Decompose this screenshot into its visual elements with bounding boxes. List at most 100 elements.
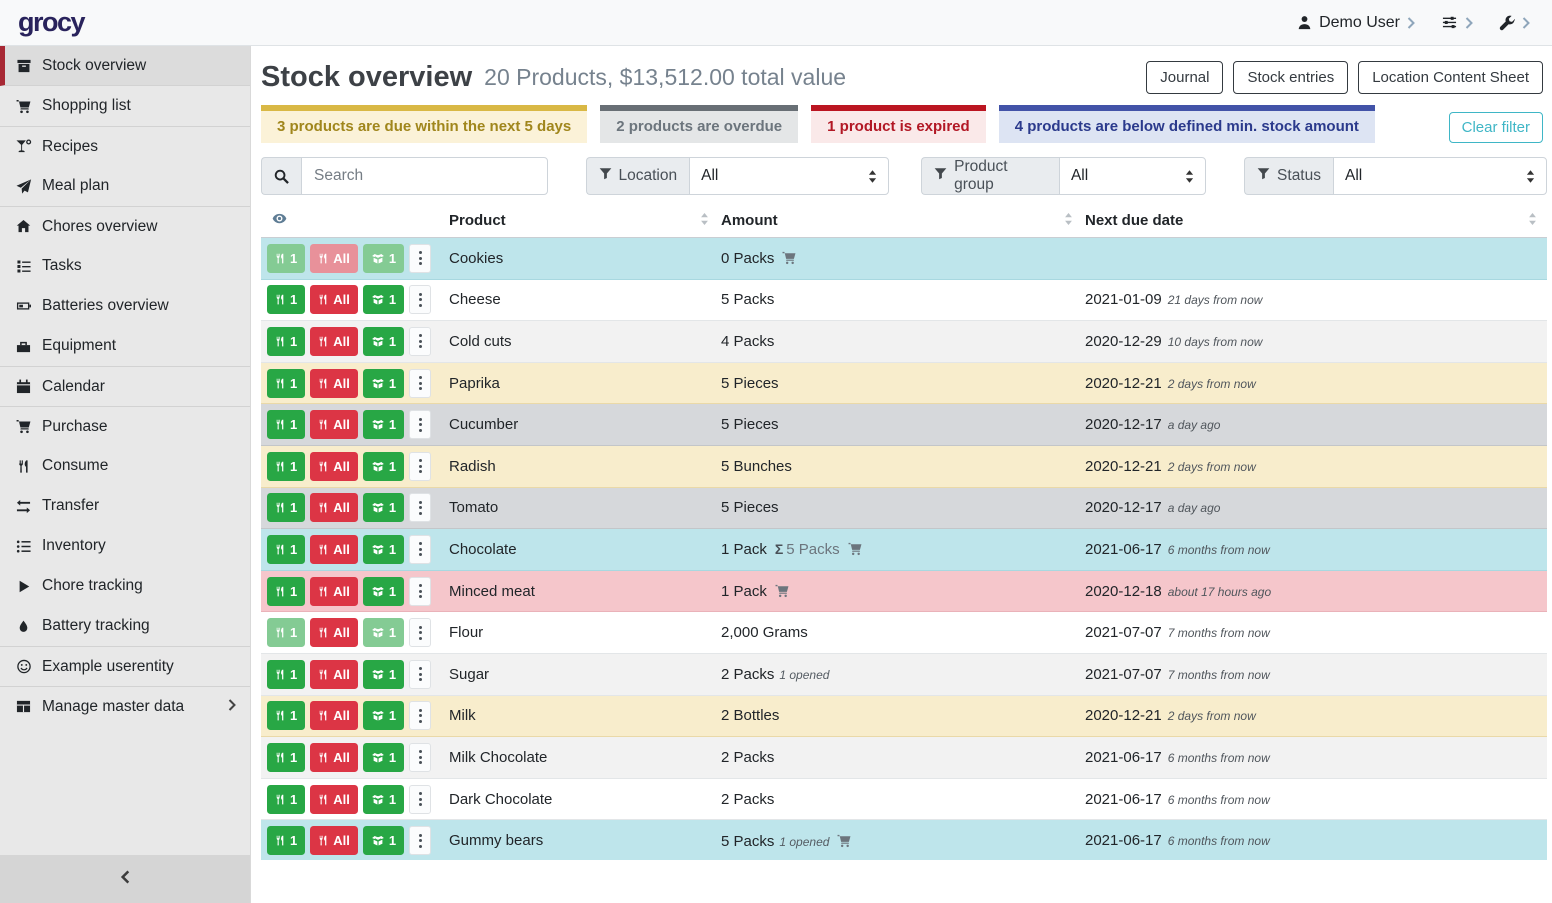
row-menu-button[interactable] <box>409 701 431 730</box>
column-header-amount[interactable]: Amount <box>721 212 778 229</box>
row-menu-button[interactable] <box>409 660 431 689</box>
open-one-button[interactable]: 1 <box>363 327 404 356</box>
consume-all-button[interactable]: All <box>310 493 358 522</box>
row-menu-button[interactable] <box>409 285 431 314</box>
consume-one-button[interactable]: 1 <box>267 285 305 314</box>
open-one-button[interactable]: 1 <box>363 577 404 606</box>
sidebar-item-tasks[interactable]: Tasks <box>0 246 250 286</box>
journal-button[interactable]: Journal <box>1146 61 1223 94</box>
user-menu[interactable]: Demo User <box>1297 14 1415 32</box>
consume-all-button[interactable]: All <box>310 660 358 689</box>
row-menu-button[interactable] <box>409 244 431 273</box>
consume-all-button[interactable]: All <box>310 826 358 855</box>
settings-menu[interactable] <box>1441 15 1473 30</box>
open-one-button[interactable]: 1 <box>363 826 404 855</box>
status-filter-select[interactable]: All <box>1333 157 1547 195</box>
sidebar-item-manage-master-data[interactable]: Manage master data <box>0 686 250 726</box>
consume-all-button[interactable]: All <box>310 285 358 314</box>
consume-all-button[interactable]: All <box>310 577 358 606</box>
product-group-filter-select[interactable]: All <box>1059 157 1206 195</box>
open-one-button[interactable]: 1 <box>363 785 404 814</box>
open-one-button[interactable]: 1 <box>363 285 404 314</box>
consume-one-button[interactable]: 1 <box>267 743 305 772</box>
stock-entries-button[interactable]: Stock entries <box>1233 61 1348 94</box>
location-filter-select[interactable]: All <box>689 157 889 195</box>
row-menu-button[interactable] <box>409 327 431 356</box>
consume-one-button[interactable]: 1 <box>267 660 305 689</box>
sidebar-item-shopping-list[interactable]: Shopping list <box>0 86 250 126</box>
consume-one-button[interactable]: 1 <box>267 577 305 606</box>
row-menu-button[interactable] <box>409 493 431 522</box>
row-menu-button[interactable] <box>409 410 431 439</box>
eye-icon[interactable] <box>271 211 288 230</box>
sidebar-item-inventory[interactable]: Inventory <box>0 526 250 566</box>
open-one-button[interactable]: 1 <box>363 743 404 772</box>
row-menu-button[interactable] <box>409 618 431 647</box>
sidebar-item-equipment[interactable]: Equipment <box>0 326 250 366</box>
consume-one-button[interactable]: 1 <box>267 826 305 855</box>
row-menu-button[interactable] <box>409 743 431 772</box>
sidebar-item-recipes[interactable]: Recipes <box>0 126 250 166</box>
consume-one-button[interactable]: 1 <box>267 410 305 439</box>
sort-icon[interactable] <box>1528 212 1537 229</box>
consume-one-button[interactable]: 1 <box>267 369 305 398</box>
sidebar-item-calendar[interactable]: Calendar <box>0 366 250 406</box>
consume-one-button[interactable]: 1 <box>267 452 305 481</box>
consume-one-button[interactable]: 1 <box>267 493 305 522</box>
sidebar-item-consume[interactable]: Consume <box>0 446 250 486</box>
row-menu-button[interactable] <box>409 577 431 606</box>
sort-icon[interactable] <box>700 212 709 229</box>
consume-one-button[interactable]: 1 <box>267 618 305 647</box>
consume-all-button[interactable]: All <box>310 785 358 814</box>
open-one-button[interactable]: 1 <box>363 244 404 273</box>
sidebar-item-meal-plan[interactable]: Meal plan <box>0 166 250 206</box>
sidebar-item-example-userentity[interactable]: Example userentity <box>0 646 250 686</box>
sort-icon[interactable] <box>1064 212 1073 229</box>
row-menu-button[interactable] <box>409 369 431 398</box>
consume-all-button[interactable]: All <box>310 410 358 439</box>
banner-expired[interactable]: 1 product is expired <box>811 105 986 143</box>
consume-all-button[interactable]: All <box>310 743 358 772</box>
sidebar-item-chore-tracking[interactable]: Chore tracking <box>0 566 250 606</box>
admin-menu[interactable] <box>1499 15 1530 31</box>
consume-all-button[interactable]: All <box>310 369 358 398</box>
consume-one-button[interactable]: 1 <box>267 244 305 273</box>
row-menu-button[interactable] <box>409 785 431 814</box>
open-one-button[interactable]: 1 <box>363 410 404 439</box>
consume-one-button[interactable]: 1 <box>267 701 305 730</box>
clear-filter-button[interactable]: Clear filter <box>1449 112 1543 143</box>
search-input[interactable] <box>301 157 548 195</box>
open-one-button[interactable]: 1 <box>363 452 404 481</box>
banner-belowmin[interactable]: 4 products are below defined min. stock … <box>999 105 1375 143</box>
sidebar-item-battery-tracking[interactable]: Battery tracking <box>0 606 250 646</box>
row-menu-button[interactable] <box>409 535 431 564</box>
consume-one-button[interactable]: 1 <box>267 327 305 356</box>
column-header-next-due-date[interactable]: Next due date <box>1085 212 1183 229</box>
banner-duesoon[interactable]: 3 products are due within the next 5 day… <box>261 105 587 143</box>
sidebar-item-stock-overview[interactable]: Stock overview <box>0 46 250 86</box>
sidebar-item-purchase[interactable]: Purchase <box>0 406 250 446</box>
row-menu-button[interactable] <box>409 452 431 481</box>
banner-overdue[interactable]: 2 products are overdue <box>600 105 798 143</box>
column-header-product[interactable]: Product <box>449 212 506 229</box>
open-one-button[interactable]: 1 <box>363 660 404 689</box>
consume-all-button[interactable]: All <box>310 327 358 356</box>
consume-one-button[interactable]: 1 <box>267 535 305 564</box>
row-menu-button[interactable] <box>409 826 431 855</box>
open-one-button[interactable]: 1 <box>363 493 404 522</box>
sidebar-item-chores-overview[interactable]: Chores overview <box>0 206 250 246</box>
consume-all-button[interactable]: All <box>310 452 358 481</box>
sidebar-item-transfer[interactable]: Transfer <box>0 486 250 526</box>
sidebar-collapse-button[interactable] <box>0 855 250 903</box>
location-content-sheet-button[interactable]: Location Content Sheet <box>1358 61 1543 94</box>
consume-all-button[interactable]: All <box>310 618 358 647</box>
sidebar-item-batteries-overview[interactable]: Batteries overview <box>0 286 250 326</box>
consume-all-button[interactable]: All <box>310 535 358 564</box>
consume-one-button[interactable]: 1 <box>267 785 305 814</box>
open-one-button[interactable]: 1 <box>363 535 404 564</box>
consume-all-button[interactable]: All <box>310 701 358 730</box>
open-one-button[interactable]: 1 <box>363 701 404 730</box>
consume-all-button[interactable]: All <box>310 244 358 273</box>
open-one-button[interactable]: 1 <box>363 369 404 398</box>
open-one-button[interactable]: 1 <box>363 618 404 647</box>
